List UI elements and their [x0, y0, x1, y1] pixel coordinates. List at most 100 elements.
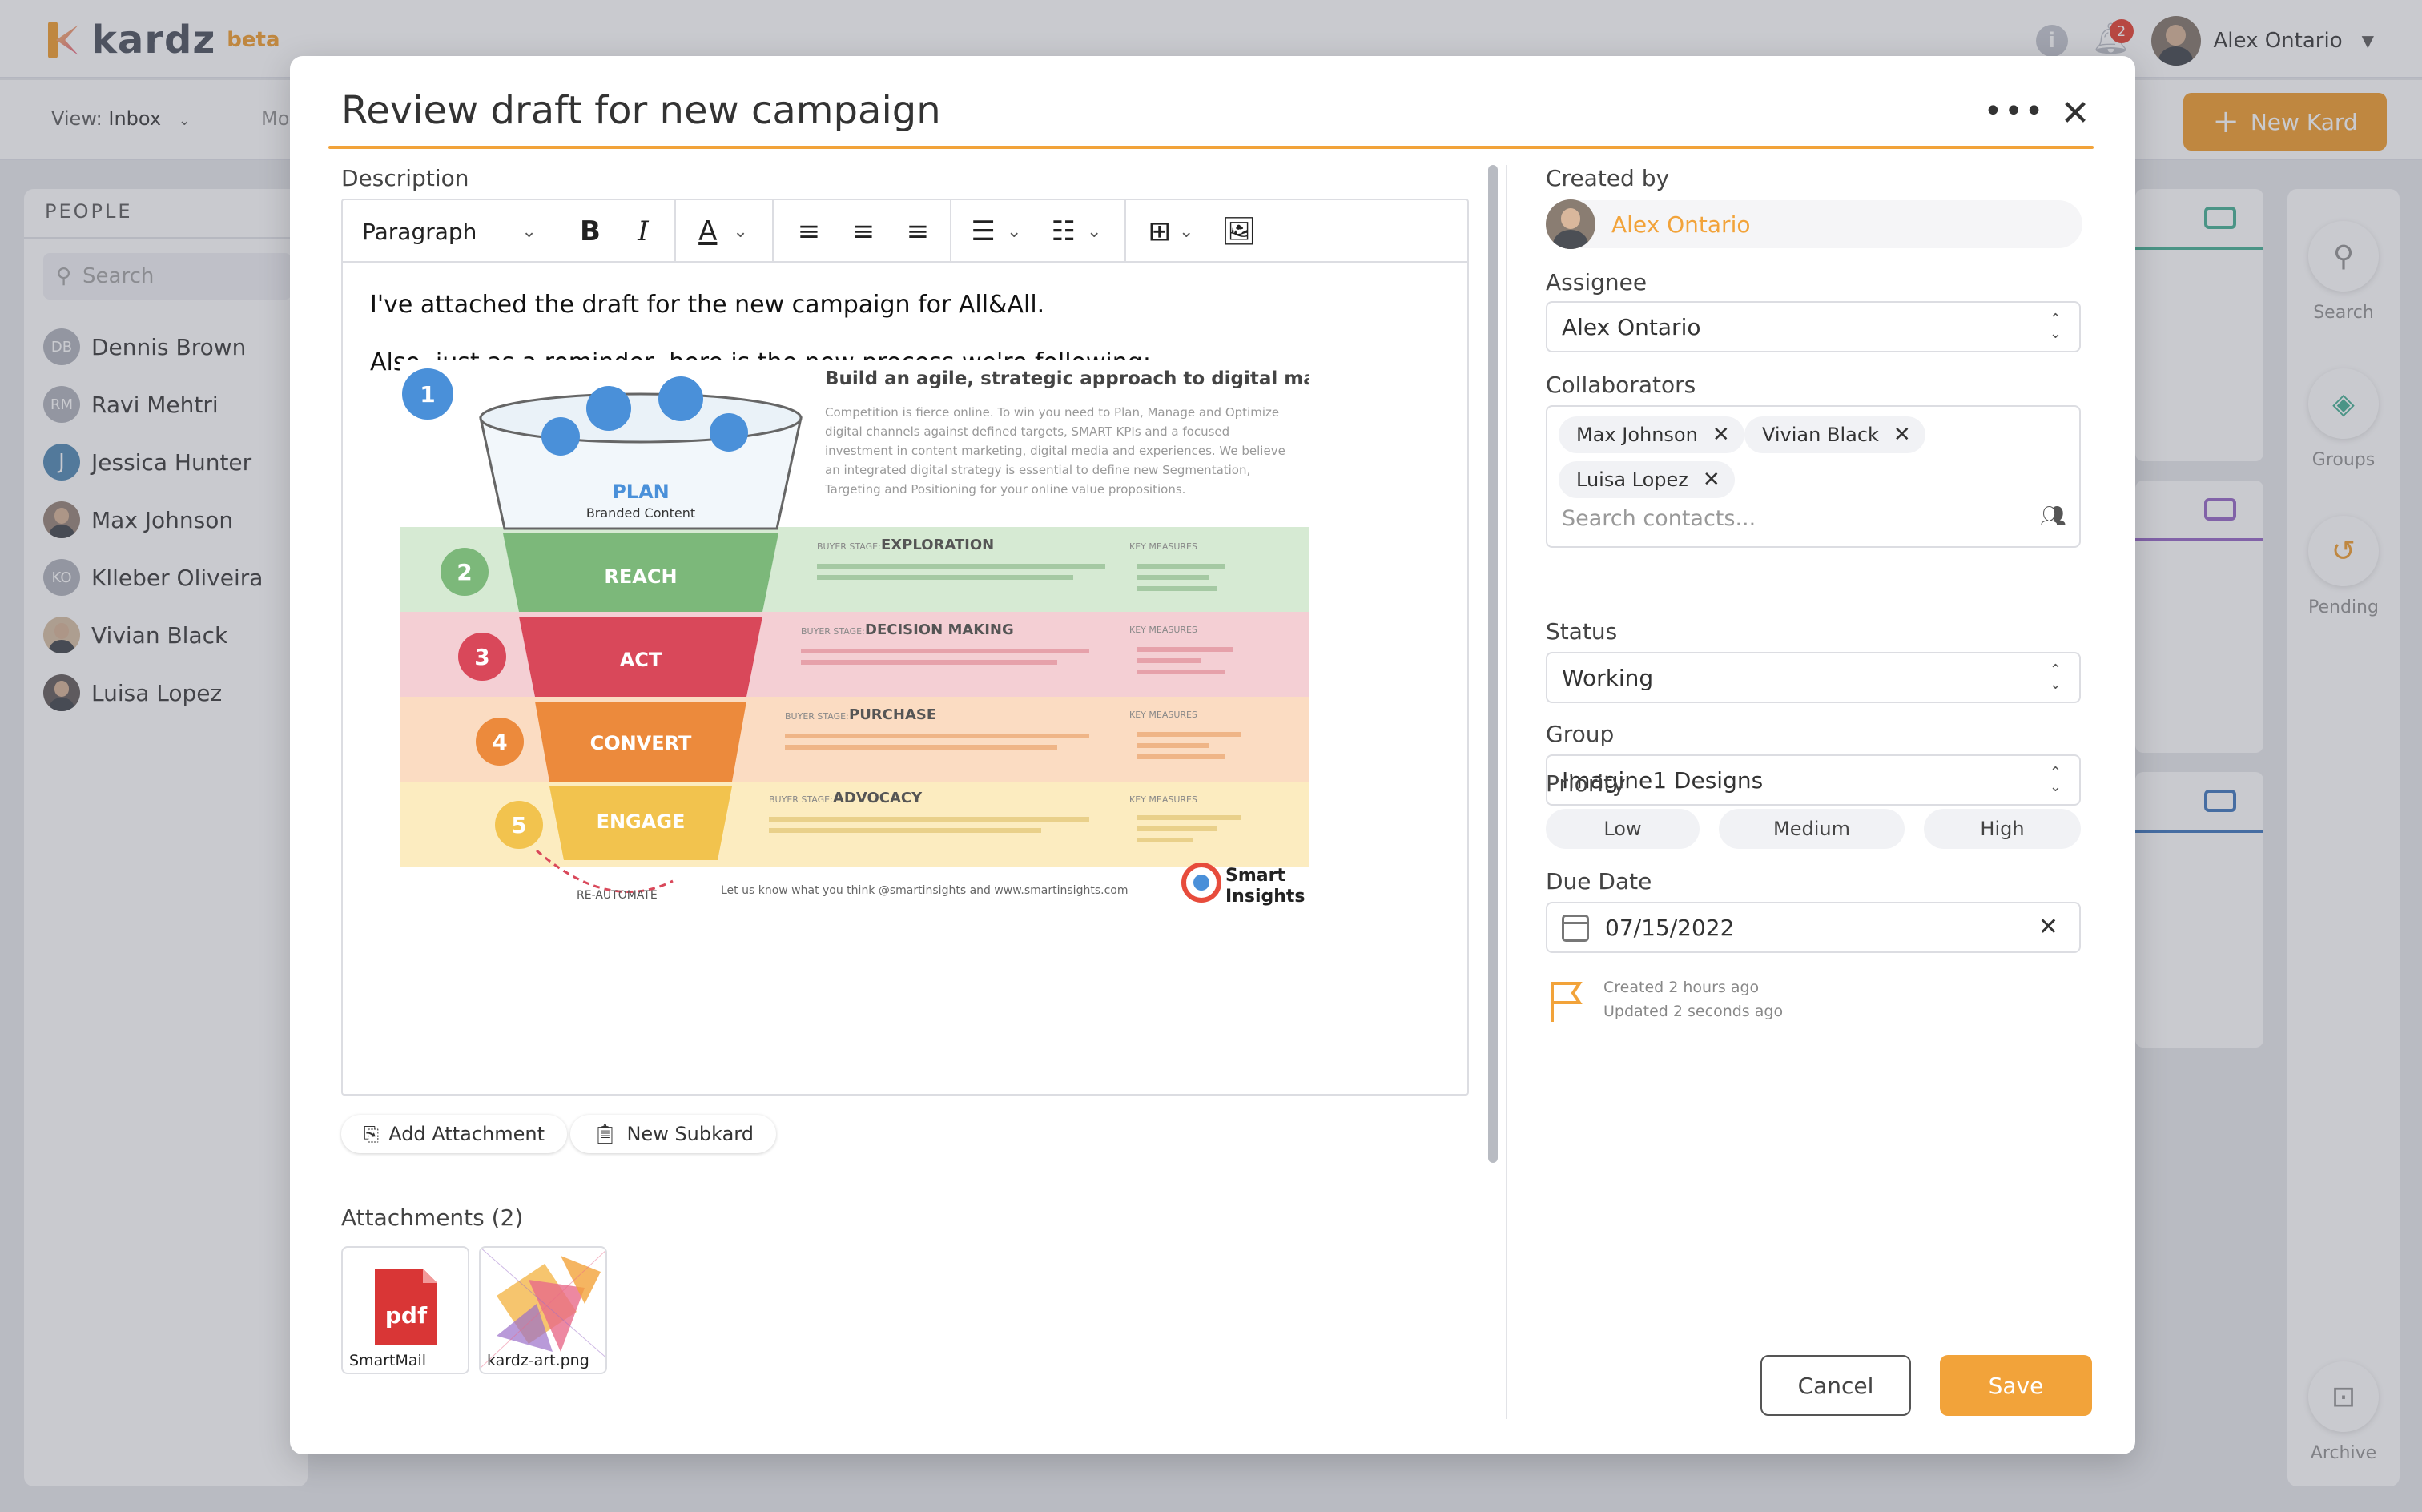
attachment-name: SmartMail	[349, 1352, 427, 1369]
act-label: ACT	[620, 649, 662, 671]
more-options-icon[interactable]: •••	[1984, 91, 2044, 131]
due-date-value: 07/15/2022	[1605, 914, 1735, 941]
cancel-button[interactable]: Cancel	[1760, 1355, 1911, 1416]
contacts-group-icon[interactable]: 👥︎	[2040, 505, 2066, 529]
collaborator-chip: Luisa Lopez ✕	[1559, 461, 1735, 498]
key-measures-label: KEY MEASURES	[1129, 794, 1197, 805]
due-date-input[interactable]: 07/15/2022 ✕	[1546, 902, 2081, 953]
status-value: Working	[1562, 664, 1654, 691]
reach-label: REACH	[604, 565, 677, 588]
key-measures-label: KEY MEASURES	[1129, 541, 1197, 552]
remove-collaborator-icon[interactable]: ✕	[1712, 423, 1730, 447]
brand-line-2: Insights	[1225, 887, 1306, 907]
collaborator-name: Luisa Lopez	[1576, 468, 1688, 491]
group-select[interactable]: Imagine1 Designs ⌃ ⌄	[1546, 754, 2081, 806]
assignee-value: Alex Ontario	[1562, 313, 1701, 340]
attachment-name: kardz-art.png	[487, 1352, 589, 1369]
toolbar-divider	[674, 200, 676, 263]
kard-modal: Review draft for new campaign ••• ✕ Desc…	[290, 56, 2135, 1454]
infographic-intro-line: Competition is fierce online. To win you…	[825, 405, 1279, 420]
priority-high-button[interactable]: High	[1924, 809, 2081, 849]
creator-avatar	[1546, 199, 1595, 249]
status-select[interactable]: Working ⌃ ⌄	[1546, 652, 2081, 703]
block-format-select[interactable]: Paragraph ⌄	[343, 200, 564, 263]
attachment-pdf[interactable]: pdf SmartMail	[341, 1246, 469, 1374]
engage-label: ENGAGE	[597, 810, 686, 833]
collaborator-chip: Max Johnson ✕	[1559, 416, 1744, 453]
block-format-value: Paragraph	[362, 218, 477, 245]
attachment-image[interactable]: kardz-art.png	[479, 1246, 607, 1374]
clipboard-icon: 📋︎	[593, 1123, 618, 1145]
numbered-list-button[interactable]: ☷ ⌄	[1036, 200, 1116, 263]
stage-decision: DECISION MAKING	[865, 621, 1014, 638]
created-by-user: Alex Ontario	[1546, 199, 2082, 249]
updated-meta: Updated 2 seconds ago	[1603, 1003, 1784, 1020]
convert-label: CONVERT	[590, 732, 692, 754]
table-icon: ⊞	[1148, 215, 1172, 247]
numbered-list-icon: ☷	[1051, 215, 1076, 247]
key-measures-label: KEY MEASURES	[1129, 625, 1197, 635]
italic-button[interactable]: I	[617, 200, 670, 263]
infographic-intro-line: Targeting and Positioning for your onlin…	[824, 482, 1185, 497]
table-button[interactable]: ⊞ ⌄	[1131, 200, 1211, 263]
infographic-intro-line: digital channels against defined targets…	[825, 424, 1229, 439]
stage-exploration: EXPLORATION	[881, 537, 994, 553]
save-button[interactable]: Save	[1940, 1355, 2092, 1416]
paperclip-icon: ⎘	[364, 1123, 380, 1145]
buyer-stage-label: BUYER STAGE:	[801, 626, 865, 637]
align-left-icon[interactable]: ≡	[782, 200, 836, 263]
title-underline	[328, 146, 2094, 149]
body-line-1: I've attached the draft for the new camp…	[370, 291, 1045, 319]
stage-purchase: PURCHASE	[849, 706, 936, 723]
insert-image-icon[interactable]: 🖼︎	[1211, 200, 1267, 263]
infographic-intro-line: investment in content marketing, digital…	[825, 444, 1285, 458]
priority-low-button[interactable]: Low	[1546, 809, 1700, 849]
description-editor[interactable]: Paragraph ⌄ B I A ⌄ ≡ ≡ ≡ ☰ ⌄ ☷ ⌄ ⊞ ⌄ 🖼︎…	[341, 199, 1469, 1096]
attachments-label: Attachments (2)	[341, 1204, 524, 1231]
due-date-label: Due Date	[1546, 868, 1652, 895]
buyer-stage-label: BUYER STAGE:	[785, 711, 849, 722]
close-icon[interactable]: ✕	[2055, 93, 2095, 134]
bullet-list-button[interactable]: ☰ ⌄	[956, 200, 1036, 263]
toolbar-divider	[772, 200, 774, 263]
new-subkard-button[interactable]: 📋︎ New Subkard	[570, 1115, 776, 1153]
assignee-select[interactable]: Alex Ontario ⌃ ⌄	[1546, 301, 2081, 352]
description-label: Description	[341, 165, 469, 191]
chevron-down-icon: ⌄	[1179, 221, 1194, 242]
funnel-infographic-image[interactable]: PLAN Branded Content REACH ACT CONVERT E…	[400, 360, 1309, 913]
align-right-icon[interactable]: ≡	[891, 200, 945, 263]
stage-number: 2	[457, 559, 472, 585]
toolbar-divider	[1124, 200, 1126, 263]
created-meta: Created 2 hours ago	[1603, 979, 1760, 996]
remove-collaborator-icon[interactable]: ✕	[1893, 423, 1911, 447]
chevron-down-icon: ⌄	[733, 221, 748, 242]
svg-text:pdf: pdf	[385, 1302, 428, 1329]
stage-advocacy: ADVOCACY	[833, 790, 923, 806]
select-arrows-icon: ⌃ ⌄	[2049, 662, 2062, 693]
kard-title[interactable]: Review draft for new campaign	[341, 88, 941, 133]
chevron-down-icon: ⌄	[1087, 221, 1102, 242]
priority-medium-button[interactable]: Medium	[1719, 809, 1905, 849]
align-center-icon[interactable]: ≡	[836, 200, 891, 263]
reautomate-label: RE-AUTOMATE	[577, 889, 658, 902]
add-attachment-button[interactable]: ⎘ Add Attachment	[341, 1115, 567, 1153]
editor-toolbar: Paragraph ⌄ B I A ⌄ ≡ ≡ ≡ ☰ ⌄ ☷ ⌄ ⊞ ⌄ 🖼︎	[343, 200, 1467, 263]
buyer-stage-label: BUYER STAGE:	[769, 794, 833, 805]
brand-line-1: Smart	[1225, 866, 1285, 886]
infographic-footer: Let us know what you think @smartinsight…	[721, 884, 1128, 897]
contacts-search-input[interactable]: Search contacts...	[1562, 506, 1756, 531]
priority-label: Priority	[1546, 770, 1626, 797]
text-color-button[interactable]: A ⌄	[679, 200, 767, 263]
description-scrollbar[interactable]	[1488, 165, 1498, 1163]
remove-collaborator-icon[interactable]: ✕	[1703, 468, 1720, 492]
infographic-title: Build an agile, strategic approach to di…	[825, 368, 1309, 389]
bullet-list-icon: ☰	[971, 215, 996, 247]
collaborators-label: Collaborators	[1546, 372, 1696, 398]
collaborators-field[interactable]: Max Johnson ✕ Vivian Black ✕ Luisa Lopez…	[1546, 405, 2081, 548]
toolbar-divider	[950, 200, 952, 263]
collaborator-chip: Vivian Black ✕	[1744, 416, 1925, 453]
chevron-down-icon: ⌄	[521, 221, 537, 242]
bold-button[interactable]: B	[564, 200, 617, 263]
infographic-intro-line: an integrated digital strategy is essent…	[825, 463, 1250, 477]
clear-date-icon[interactable]: ✕	[2038, 913, 2058, 941]
